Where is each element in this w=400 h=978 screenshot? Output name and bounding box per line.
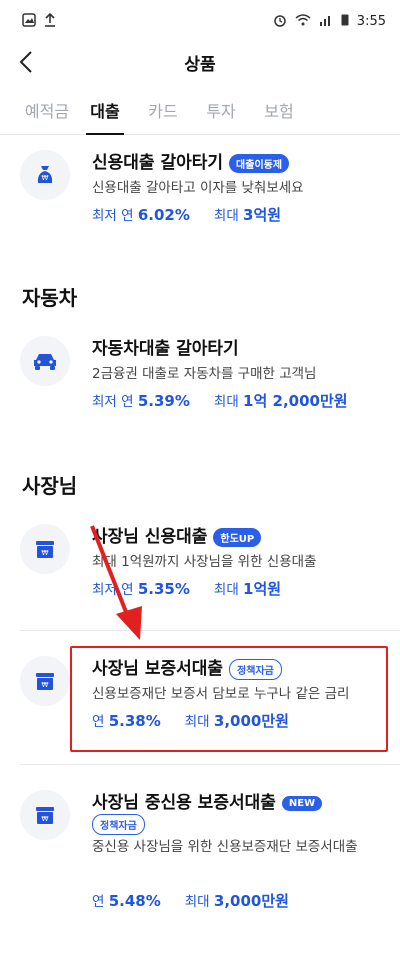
limit-value: 3,000만원: [213, 892, 289, 910]
rate-value: 5.39%: [137, 392, 190, 410]
app-header: 상품: [0, 42, 400, 82]
product-title: 자동차대출 갈아타기: [92, 339, 239, 359]
svg-text:₩: ₩: [42, 681, 49, 689]
upload-icon: [44, 12, 56, 30]
product-desc: 2금융권 대출로 자동차를 구매한 고객님: [92, 366, 317, 382]
product-title-text: 사장님 중신용 보증서대출: [92, 793, 276, 813]
rate-label: 최저 연: [92, 208, 134, 224]
product-desc: 신용대출 갈아타고 이자를 낮춰보세요: [92, 180, 304, 196]
rate-row: 최저 연 5.35% 최대 1억원: [92, 578, 281, 599]
status-bar: 3:55: [0, 0, 400, 42]
rate-label: 최저 연: [92, 582, 134, 598]
rate-group: 최저 연 5.35%: [92, 578, 190, 598]
page-title: 상품: [184, 54, 216, 75]
status-right: 3:55: [273, 13, 386, 30]
limit-group: 최대 1억원: [214, 578, 281, 599]
limit-label: 최대: [184, 894, 210, 910]
rate-group: 최저 연 6.02%: [92, 204, 190, 224]
tab-loans[interactable]: 대출: [76, 94, 134, 135]
badge-limit-up: 한도UP: [213, 527, 262, 547]
tab-savings[interactable]: 예적금: [18, 94, 76, 134]
product-title-text: 사장님 신용대출: [92, 527, 208, 547]
biz-box-icon: ₩: [20, 656, 70, 706]
section-title-auto: 자동차: [22, 286, 78, 310]
wifi-icon: [295, 13, 311, 29]
product-title: 사장님 중신용 보증서대출 NEW: [92, 788, 323, 813]
signal-icon: [319, 14, 333, 29]
product-credit-refi[interactable]: ₩ 신용대출 갈아타기 대출이동제 신용대출 갈아타고 이자를 낮춰보세요 최저 …: [0, 140, 400, 240]
svg-text:₩: ₩: [42, 174, 49, 182]
limit-label: 최대: [213, 394, 239, 410]
limit-value: 1억 2,000만원: [243, 392, 348, 410]
rate-group: 연 5.48%: [92, 890, 161, 910]
limit-group: 최대 3,000만원: [185, 890, 289, 911]
alarm-icon: [273, 13, 287, 30]
back-button[interactable]: [14, 50, 38, 74]
rate-value: 6.02%: [137, 206, 190, 224]
category-tabs: 예적금 대출 카드 투자 보험: [0, 94, 400, 135]
status-left: [22, 12, 56, 30]
rate-label: 연: [92, 894, 105, 910]
battery-icon: [341, 13, 349, 29]
rate-row: 최저 연 5.39% 최대 1억 2,000만원: [92, 390, 348, 411]
badge-new: NEW: [281, 795, 323, 811]
rate-row: 연 5.48% 최대 3,000만원: [92, 890, 289, 911]
badge-row: 정책자금: [92, 814, 145, 835]
limit-group: 최대 3억원: [214, 204, 281, 225]
svg-text:₩: ₩: [42, 815, 49, 823]
product-auto-refi[interactable]: 자동차대출 갈아타기 2금융권 대출로 자동차를 구매한 고객님 최저 연 5.…: [0, 326, 400, 426]
rate-value: 5.48%: [108, 892, 161, 910]
limit-label: 최대: [213, 582, 239, 598]
section-title-boss: 사장님: [22, 474, 78, 498]
divider: [20, 630, 400, 631]
biz-box-icon: ₩: [20, 790, 70, 840]
limit-label: 최대: [213, 208, 239, 224]
rate-row: 최저 연 6.02% 최대 3억원: [92, 204, 281, 225]
rate-group: 최저 연 5.39%: [92, 390, 190, 410]
highlight-box: [70, 646, 388, 752]
product-biz-credit[interactable]: ₩ 사장님 신용대출 한도UP 최대 1억원까지 사장님을 위한 신용대출 최저 …: [0, 514, 400, 614]
svg-text:₩: ₩: [42, 549, 49, 557]
rate-value: 5.35%: [137, 580, 190, 598]
limit-value: 3억원: [243, 206, 282, 224]
biz-box-icon: ₩: [20, 524, 70, 574]
product-title: 신용대출 갈아타기 대출이동제: [92, 148, 290, 173]
divider: [20, 764, 400, 765]
tab-insurance[interactable]: 보험: [250, 94, 308, 134]
status-time: 3:55: [356, 13, 386, 29]
product-desc: 최대 1억원까지 사장님을 위한 신용대출: [92, 554, 317, 570]
tab-investment[interactable]: 투자: [192, 94, 250, 134]
car-icon: [20, 336, 70, 386]
product-title-text: 신용대출 갈아타기: [92, 153, 224, 173]
product-title: 사장님 신용대출 한도UP: [92, 522, 262, 547]
rate-label: 최저 연: [92, 394, 134, 410]
money-bag-icon: ₩: [20, 150, 70, 200]
limit-group: 최대 1억 2,000만원: [214, 390, 348, 411]
badge-loan-transfer: 대출이동제: [229, 153, 290, 173]
limit-value: 1억원: [243, 580, 282, 598]
tab-cards[interactable]: 카드: [134, 94, 192, 134]
product-desc: 중신용 사장님을 위한 신용보증재단 보증서대출: [92, 839, 358, 855]
chevron-left-icon: [19, 51, 32, 73]
badge-policy-fund: 정책자금: [92, 814, 145, 835]
gallery-icon: [22, 12, 36, 30]
product-biz-midcredit[interactable]: ₩ 사장님 중신용 보증서대출 NEW 정책자금 중신용 사장님을 위한 신용보증…: [0, 780, 400, 920]
